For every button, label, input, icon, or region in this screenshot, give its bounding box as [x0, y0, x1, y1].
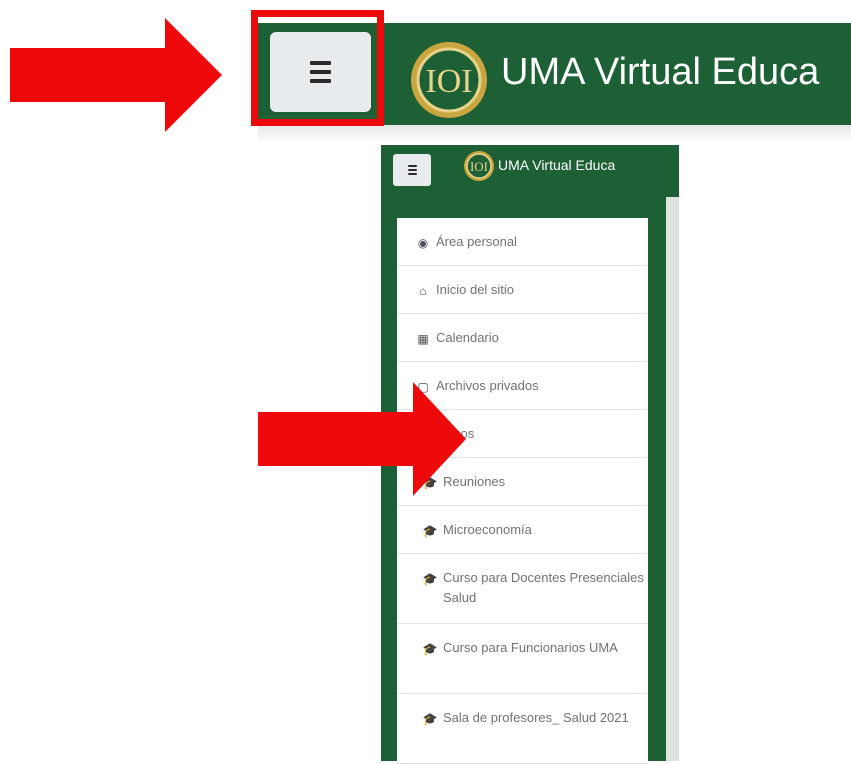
site-title[interactable]: UMA Virtual Educa	[501, 50, 819, 94]
graduation-cap-icon: 🎓	[422, 572, 438, 586]
graduation-cap-icon: 🎓	[422, 642, 438, 656]
mini-drawer-toggle-button[interactable]	[393, 154, 431, 186]
nav-item-label: Reuniones	[443, 474, 506, 489]
uma-logo-small: IOI	[464, 151, 494, 181]
red-highlight-box	[251, 10, 384, 126]
graduation-cap-icon: 🎓	[422, 524, 438, 538]
red-arrow-annotation-middle	[258, 382, 466, 496]
hamburger-icon	[407, 165, 417, 175]
nav-item-label: Sala de profesores_ Salud 2021	[443, 710, 629, 725]
nav-item-label: Microeconomía	[443, 522, 532, 537]
calendar-icon: ▦	[417, 332, 429, 346]
nav-item-label: cursos	[436, 424, 648, 444]
graduation-cap-icon: 🎓	[422, 712, 438, 726]
red-arrow-annotation-top	[10, 18, 222, 132]
nav-item-label: Inicio del sitio	[436, 282, 515, 297]
nav-item-label: Calendario	[436, 330, 499, 345]
nav-course-sala-profesores[interactable]: 🎓 Sala de profesores_ Salud 2021	[397, 694, 648, 764]
nav-course-funcionarios-uma[interactable]: 🎓 Curso para Funcionarios UMA	[397, 624, 648, 694]
header-shadow	[258, 125, 851, 143]
nav-item-area-personal[interactable]: ◉ Área personal	[397, 218, 648, 266]
nav-item-inicio-del-sitio[interactable]: ⌂ Inicio del sitio	[397, 266, 648, 314]
logo-text-small: IOI	[470, 159, 488, 174]
home-icon: ⌂	[419, 284, 427, 298]
page-content-edge	[666, 197, 679, 761]
nav-item-label: Archivos privados	[436, 378, 539, 393]
nav-course-microeconomia[interactable]: 🎓 Microeconomía	[397, 506, 648, 554]
dashboard-icon: ◉	[417, 236, 429, 250]
nav-item-label: Curso para Funcionarios UMA	[443, 640, 618, 655]
nav-item-calendario[interactable]: ▦ Calendario	[397, 314, 648, 362]
nav-course-docentes-salud[interactable]: 🎓 Curso para Docentes Presenciales Salud	[397, 554, 648, 624]
nav-item-label: Área personal	[436, 234, 517, 249]
mini-site-title[interactable]: UMA Virtual Educa	[498, 157, 678, 173]
uma-logo: IOI	[411, 42, 487, 118]
logo-text: IOI	[425, 63, 472, 100]
nav-item-label: Curso para Docentes Presenciales Salud	[443, 570, 644, 605]
